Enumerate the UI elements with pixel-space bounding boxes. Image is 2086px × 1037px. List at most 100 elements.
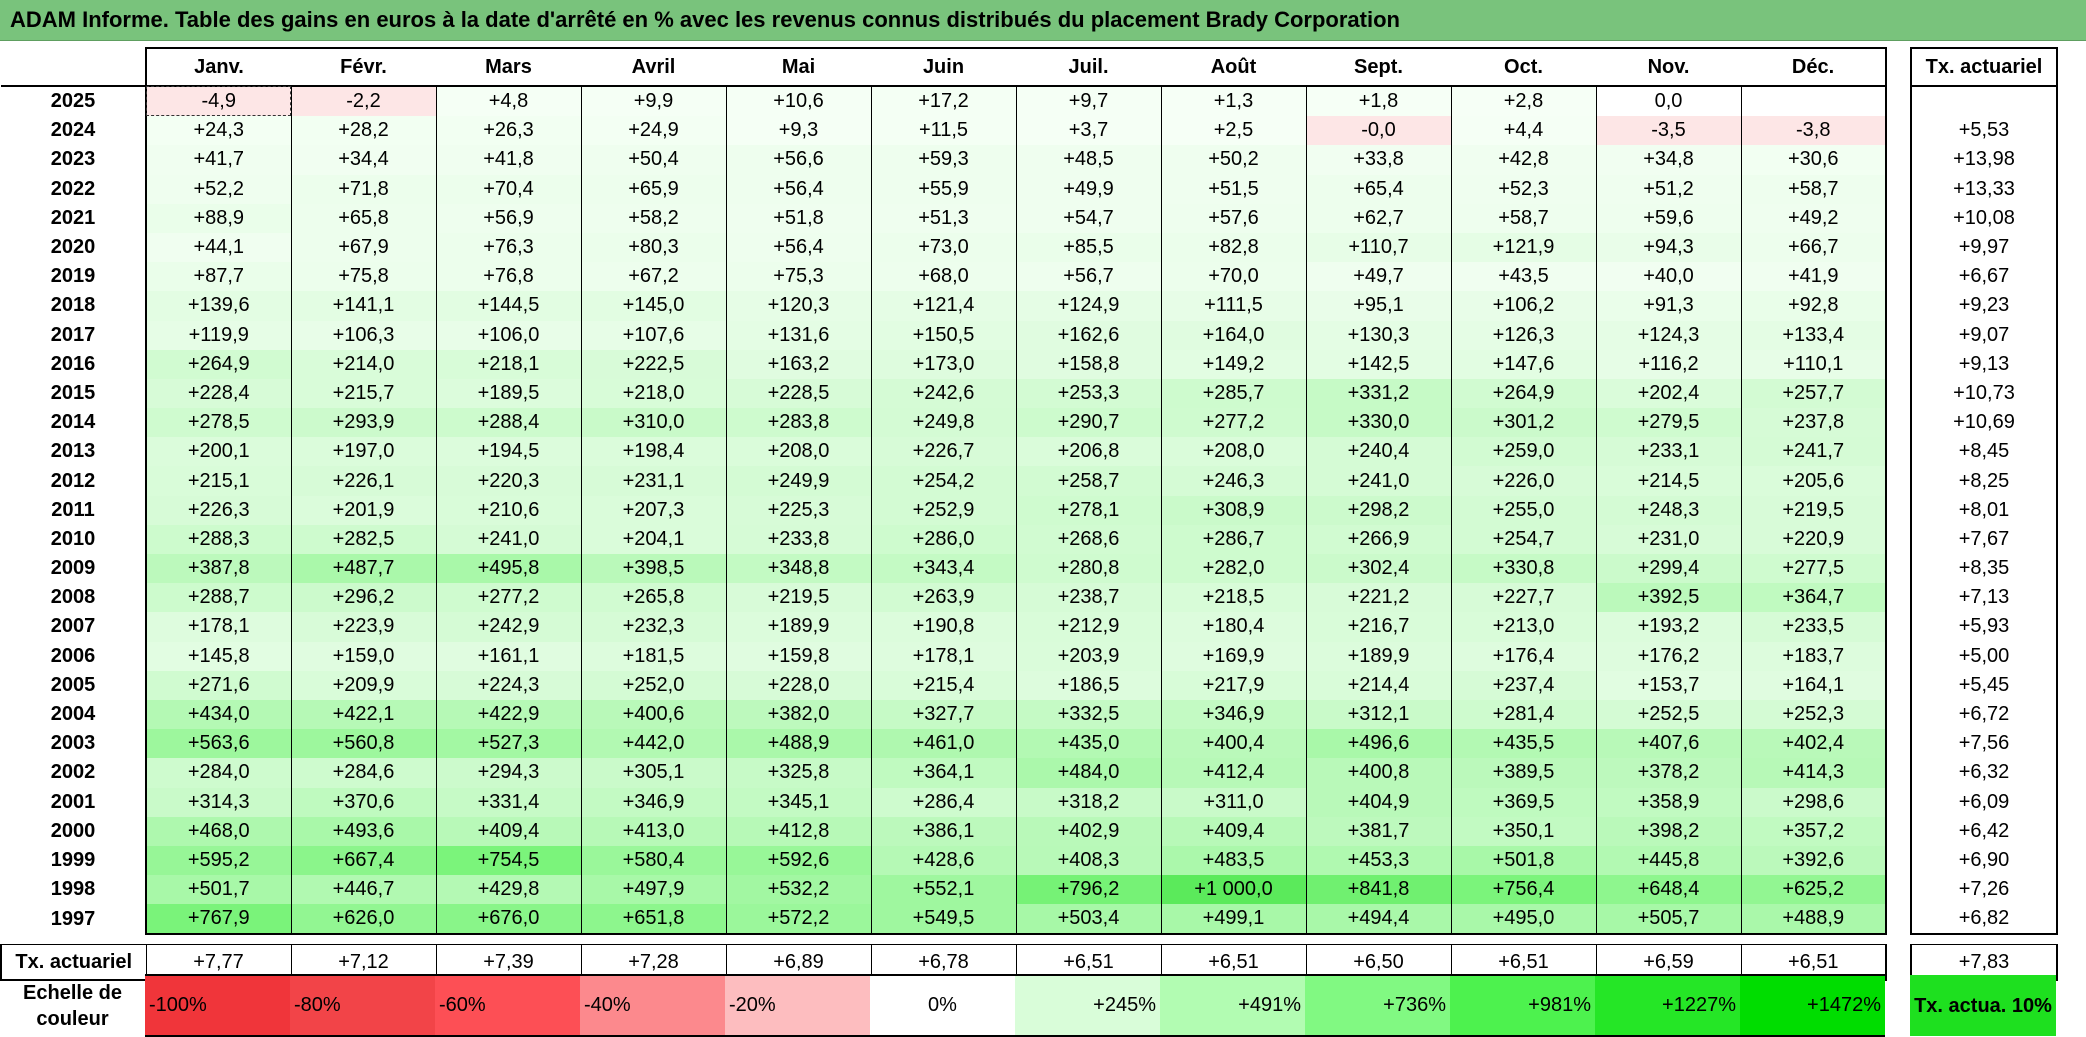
gain-cell: +41,8 [435, 145, 581, 175]
gain-cell: +278,5 [145, 408, 291, 438]
spacer [871, 934, 1016, 945]
month-header-row: Janv. Févr. Mars Avril Mai Juin Juil. Août Sept.… [1, 47, 2058, 87]
year-label: 2020 [50, 236, 96, 259]
tx-actuariel-cell: +8,35 [1910, 554, 2058, 584]
gain-cell: +220,9 [1740, 524, 1887, 554]
gain-cell: +407,6 [1595, 729, 1741, 759]
table-row: 2018 +139,6 +141,1 +144,5 +145,0 +120,3 +121,4… [1, 291, 2058, 321]
gain-cell: +34,4 [290, 145, 436, 175]
gain-cell: +164,0 [1160, 320, 1306, 350]
year-label: 2003 [50, 732, 96, 755]
tx-actuariel-header: Tx. actuariel [1910, 47, 2058, 87]
gain-cell: +346,9 [580, 787, 726, 817]
gain-cell: +231,1 [580, 466, 726, 496]
color-scale-swatch: +245% [1015, 974, 1160, 1037]
table-row: 2024 +24,3 +28,2 +26,3 +24,9 +9,3 +11,5 +3,7 +2,… [1, 116, 2058, 146]
gain-cell: +163,2 [725, 349, 871, 379]
gain-cell: +76,8 [435, 262, 581, 292]
month-header: Juil. [1016, 47, 1161, 87]
gain-cell: +202,4 [1595, 378, 1741, 409]
month-header: Mars [436, 47, 581, 87]
spacer [1886, 875, 1911, 905]
gain-cell: +298,2 [1305, 495, 1451, 525]
tx-actuariel-cell: +6,82 [1910, 904, 2058, 936]
color-scale-swatch: +981% [1450, 974, 1595, 1037]
gain-cell: +82,8 [1160, 232, 1306, 263]
gain-cell: +144,5 [435, 291, 581, 321]
gain-cell: +400,6 [580, 699, 726, 730]
table-row: 2017 +119,9 +106,3 +106,0 +107,6 +131,6 +150,5… [1, 320, 2058, 350]
tx-actuariel-cell: +8,01 [1910, 495, 2058, 525]
gain-cell: +249,8 [870, 408, 1016, 438]
gain-cell: +501,7 [145, 875, 291, 905]
gain-cell: +281,4 [1450, 699, 1596, 730]
gain-cell: +280,8 [1015, 554, 1161, 584]
gain-cell: +2,5 [1160, 116, 1306, 146]
gain-cell: +357,2 [1740, 816, 1887, 846]
gain-cell: +193,2 [1595, 612, 1741, 642]
tx-actuariel-cell: +7,56 [1910, 729, 2058, 759]
gain-cell: +215,1 [145, 466, 291, 496]
month-header: Juin [871, 47, 1016, 87]
gain-cell: +173,0 [870, 349, 1016, 379]
gain-cell: +227,7 [1450, 583, 1596, 613]
gain-cell: +626,0 [290, 904, 436, 936]
spacer [1886, 699, 1911, 730]
gain-cell: +364,7 [1740, 583, 1887, 613]
gain-cell: +676,0 [435, 904, 581, 936]
year-label: 2022 [50, 177, 96, 200]
tx-actuariel-cell: +6,90 [1910, 845, 2058, 876]
spacer [1886, 641, 1911, 671]
gain-cell: +133,4 [1740, 320, 1887, 350]
gain-cell: +241,7 [1740, 437, 1887, 467]
gain-cell: +389,5 [1450, 758, 1596, 788]
gain-cell: +308,9 [1160, 495, 1306, 525]
year-label: 2019 [50, 265, 96, 288]
gain-cell: +331,2 [1305, 378, 1451, 409]
gain-cell: +318,2 [1015, 787, 1161, 817]
gain-cell: +422,1 [290, 699, 436, 730]
gain-cell: +203,9 [1015, 641, 1161, 671]
spacer [1886, 758, 1911, 788]
gain-cell: +754,5 [435, 845, 581, 876]
gain-cell: +282,0 [1160, 554, 1306, 584]
gain-cell: +183,7 [1740, 641, 1887, 671]
gain-cell: +595,2 [145, 845, 291, 876]
color-scale-swatch: +736% [1305, 974, 1450, 1037]
gain-cell: +400,8 [1305, 758, 1451, 788]
gain-cell: +24,9 [580, 116, 726, 146]
tx-actuariel-cell: +13,33 [1910, 174, 2058, 204]
gain-cell: +204,1 [580, 524, 726, 554]
gain-cell: +48,5 [1015, 145, 1161, 175]
gain-cell: +233,5 [1740, 612, 1887, 642]
gain-cell: +164,1 [1740, 670, 1887, 700]
gain-cell: +293,9 [290, 408, 436, 438]
gain-cell: +208,0 [725, 437, 871, 467]
tx-actuariel-cell: +5,45 [1910, 670, 2058, 700]
gain-cell: +499,1 [1160, 904, 1306, 936]
gain-cell: +1 000,0 [1160, 875, 1306, 905]
gain-cell: +268,6 [1015, 524, 1161, 554]
gain-cell: +110,7 [1305, 232, 1451, 263]
month-header: Févr. [291, 47, 436, 87]
gain-cell: +70,4 [435, 174, 581, 204]
spacer [1596, 934, 1741, 945]
table-row: 2025 -4,9 -2,2 +4,8 +9,9 +10,6 +17,2 +9,7 +1,3 +1… [1, 86, 2058, 117]
gain-cell: +226,3 [145, 495, 291, 525]
gain-cell: +398,5 [580, 554, 726, 584]
gain-cell: +207,3 [580, 495, 726, 525]
color-scale-swatch: +491% [1160, 974, 1305, 1037]
year-label: 2006 [50, 644, 96, 667]
gain-cell: +80,3 [580, 232, 726, 263]
spacer [1886, 466, 1911, 496]
gain-cell: +106,0 [435, 320, 581, 350]
gain-cell: +299,4 [1595, 554, 1741, 584]
gain-cell: +483,5 [1160, 845, 1306, 876]
year-label: 2014 [50, 411, 96, 434]
gain-cell: +254,7 [1450, 524, 1596, 554]
gain-cell: +258,7 [1015, 466, 1161, 496]
gain-cell: +2,8 [1450, 86, 1596, 117]
gain-cell: +445,8 [1595, 845, 1741, 876]
gain-cell: +240,4 [1305, 437, 1451, 467]
tx-actuariel-cell: +5,53 [1910, 116, 2058, 146]
